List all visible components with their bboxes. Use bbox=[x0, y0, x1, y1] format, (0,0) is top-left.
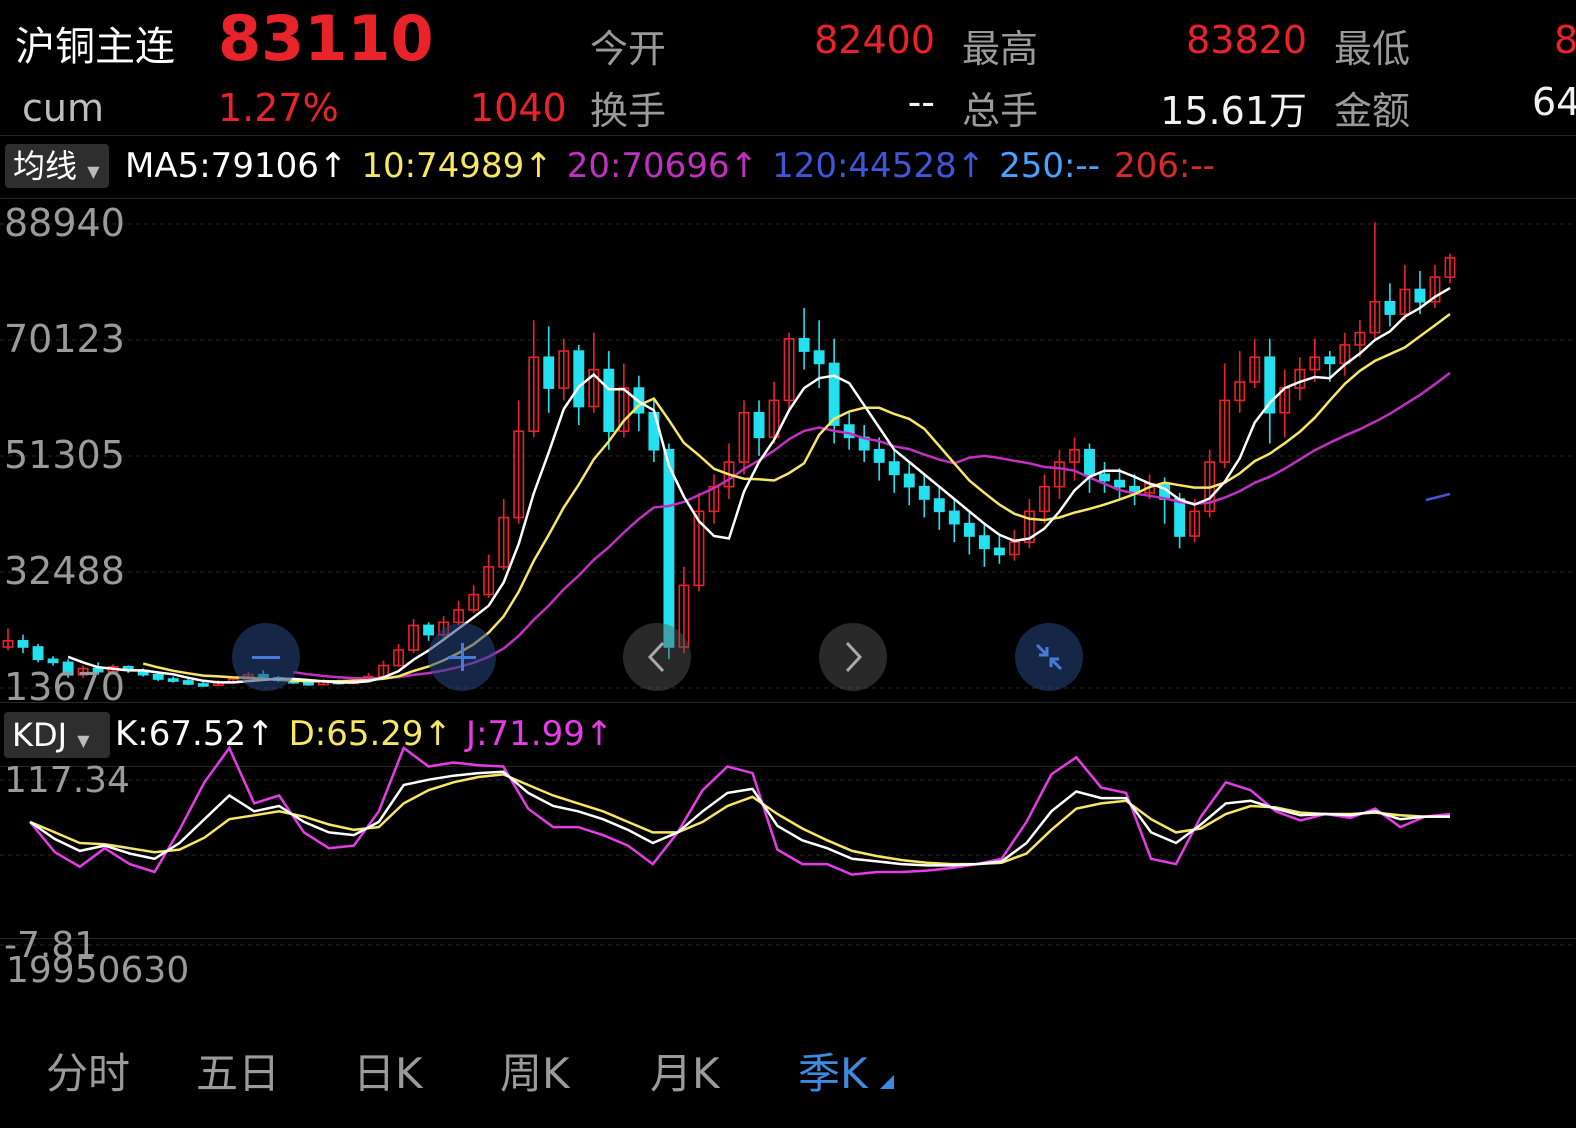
candle-down bbox=[963, 522, 975, 537]
candle-down bbox=[603, 368, 615, 433]
candle-down bbox=[32, 646, 44, 661]
minus-icon bbox=[252, 656, 280, 659]
kline-chart[interactable]: 8894070123513053248813670117.34-7.81 bbox=[0, 0, 1576, 1128]
scroll-right-button[interactable] bbox=[819, 623, 887, 691]
candle-down bbox=[918, 485, 930, 500]
zoom-out-button[interactable] bbox=[232, 623, 300, 691]
tab-menu-corner-icon bbox=[880, 1075, 894, 1089]
scroll-left-button[interactable] bbox=[623, 623, 691, 691]
tab-five-day[interactable]: 五日 bbox=[196, 1040, 280, 1101]
candle-down bbox=[948, 510, 960, 525]
price-tick-label: 51305 bbox=[4, 433, 125, 477]
tab-monthly-k[interactable]: 月K bbox=[650, 1040, 720, 1101]
candle-down bbox=[17, 640, 29, 648]
candle-down bbox=[152, 673, 164, 680]
start-date-label: 19950630 bbox=[6, 950, 190, 991]
candle-down bbox=[828, 362, 840, 426]
candle-down bbox=[1084, 448, 1095, 476]
candle-down bbox=[543, 356, 555, 389]
candle-down bbox=[933, 498, 945, 513]
price-tick-label: 13670 bbox=[4, 665, 125, 709]
candle-down bbox=[663, 448, 675, 648]
candle-down bbox=[903, 473, 915, 488]
candle-down bbox=[798, 337, 810, 352]
tab-daily-k[interactable]: 日K bbox=[353, 1040, 423, 1101]
price-tick-label: 32488 bbox=[4, 549, 125, 593]
candle-down bbox=[1114, 479, 1125, 488]
candle-down bbox=[302, 681, 314, 686]
chevron-left-icon bbox=[647, 641, 665, 673]
price-tick-label: 70123 bbox=[4, 317, 125, 361]
chevron-right-icon bbox=[845, 641, 863, 673]
candle-down bbox=[978, 535, 990, 550]
collapse-button[interactable] bbox=[1015, 623, 1083, 691]
tab-quarterly-k[interactable]: 季K bbox=[798, 1040, 868, 1101]
candle-down bbox=[47, 658, 59, 664]
candle-down bbox=[1174, 498, 1186, 537]
candle-down bbox=[873, 448, 885, 463]
ma120-line bbox=[1425, 492, 1451, 502]
price-tick-label: 88940 bbox=[4, 201, 125, 245]
tab-weekly-k[interactable]: 周K bbox=[500, 1040, 570, 1101]
candle-down bbox=[423, 624, 435, 636]
kdj-tick-label: 117.34 bbox=[4, 760, 130, 801]
candle-down bbox=[1324, 356, 1336, 365]
candle-down bbox=[167, 678, 179, 682]
zoom-in-button[interactable] bbox=[428, 623, 496, 691]
candle-down bbox=[1384, 300, 1396, 315]
candle-down bbox=[182, 680, 194, 685]
candle-down bbox=[993, 547, 1005, 556]
candle-down bbox=[1099, 473, 1110, 482]
kdj-d-line bbox=[29, 773, 1450, 866]
tab-intraday[interactable]: 分时 bbox=[46, 1040, 130, 1101]
candle-down bbox=[197, 683, 209, 687]
collapse-icon bbox=[1035, 643, 1063, 671]
candle-down bbox=[753, 411, 765, 439]
candle-down bbox=[1414, 288, 1426, 303]
candle-down bbox=[888, 461, 900, 476]
candle-down bbox=[573, 350, 585, 408]
candle-down bbox=[813, 350, 825, 365]
